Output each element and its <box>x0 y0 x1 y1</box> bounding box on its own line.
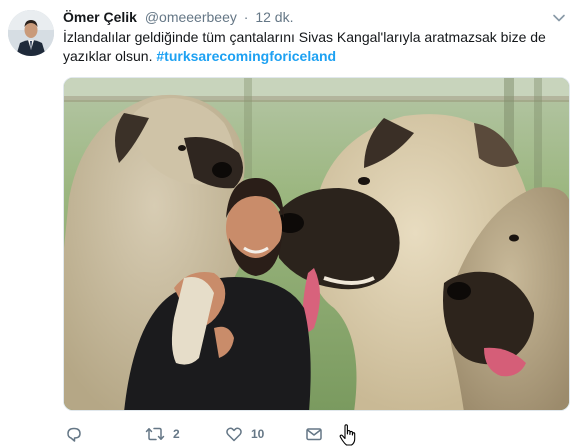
heart-icon <box>226 427 242 442</box>
hashtag-link[interactable]: #turksarecomingforiceland <box>156 48 336 64</box>
tweet-timestamp[interactable]: 12 dk. <box>255 9 293 25</box>
author-name[interactable]: Ömer Çelik <box>63 9 137 25</box>
reply-button[interactable] <box>65 424 83 444</box>
avatar-image <box>8 10 54 56</box>
author-handle[interactable]: @omeeerbeey <box>145 9 237 25</box>
retweet-button[interactable]: 2 <box>145 424 180 444</box>
avatar[interactable] <box>8 10 54 56</box>
tweet-actions: 2 10 <box>63 424 383 444</box>
like-button[interactable]: 10 <box>225 424 264 444</box>
retweet-icon <box>145 427 165 441</box>
tweet-card[interactable]: Ömer Çelik @omeeerbeey · 12 dk. İzlandal… <box>0 0 577 446</box>
chevron-down-icon[interactable] <box>552 11 566 23</box>
tweet-photo[interactable] <box>63 77 570 411</box>
photo-of-kangal-dogs-with-man <box>64 78 569 410</box>
tweet-text: İzlandalılar geldiğinde tüm çantalarını … <box>63 28 563 66</box>
like-count: 10 <box>251 427 265 441</box>
envelope-icon <box>306 428 322 441</box>
tweet-header: Ömer Çelik @omeeerbeey · 12 dk. <box>63 9 293 29</box>
reply-icon <box>67 427 81 442</box>
retweet-count: 2 <box>173 427 180 441</box>
direct-message-button[interactable] <box>305 424 323 444</box>
separator-dot: · <box>243 9 249 25</box>
